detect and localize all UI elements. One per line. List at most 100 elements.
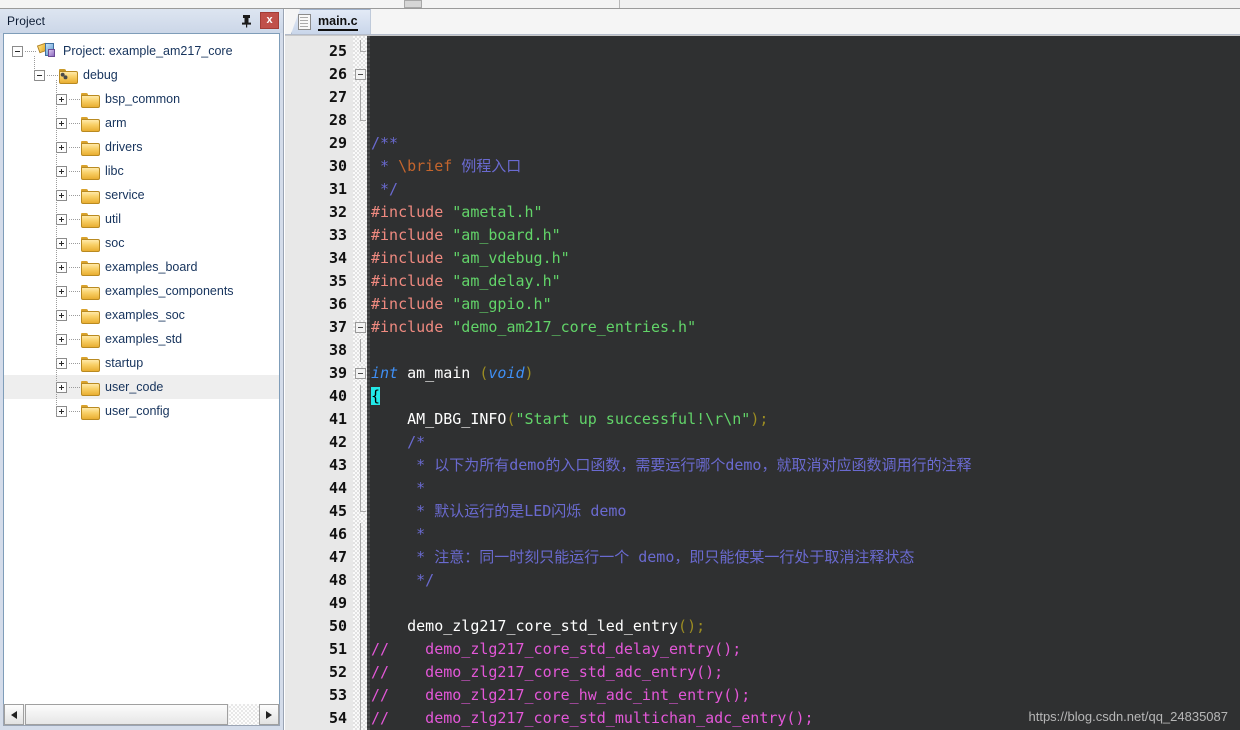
code-line[interactable]: #include "am_gpio.h" xyxy=(371,293,1240,316)
fold-toggle-icon[interactable] xyxy=(355,368,366,379)
tree-item-debug[interactable]: debug xyxy=(4,63,279,87)
tree-item-drivers[interactable]: drivers xyxy=(4,135,279,159)
toolbar-button-a[interactable] xyxy=(404,0,422,8)
tree-item-libc[interactable]: libc xyxy=(4,159,279,183)
fold-cell[interactable] xyxy=(353,592,367,615)
code-line[interactable]: #include "am_vdebug.h" xyxy=(371,247,1240,270)
fold-cell[interactable] xyxy=(353,339,367,362)
fold-cell[interactable] xyxy=(353,500,367,523)
fold-cell[interactable] xyxy=(353,707,367,730)
tree-item-arm[interactable]: arm xyxy=(4,111,279,135)
code-line[interactable]: #include "demo_am217_core_entries.h" xyxy=(371,316,1240,339)
tree-item-project-example-am217-core[interactable]: Project: example_am217_core xyxy=(4,39,279,63)
code-line[interactable]: int am_main (void) xyxy=(371,362,1240,385)
scrollbar-track[interactable] xyxy=(229,704,259,725)
code-line[interactable]: * 注意：同一时刻只能运行一个 demo，即只能使某一行处于取消注释状态 xyxy=(371,546,1240,569)
code-line[interactable]: // demo_zlg217_core_std_delay_entry(); xyxy=(371,638,1240,661)
code-line[interactable]: // demo_zlg217_core_std_adc_entry(); xyxy=(371,661,1240,684)
fold-cell[interactable] xyxy=(353,132,367,155)
code-line[interactable] xyxy=(371,592,1240,615)
code-line[interactable]: * xyxy=(371,523,1240,546)
fold-cell[interactable] xyxy=(353,316,367,339)
expand-icon[interactable] xyxy=(56,165,67,177)
fold-cell[interactable] xyxy=(353,270,367,293)
tree-item-user-config[interactable]: user_config xyxy=(4,399,279,423)
code-line[interactable]: { xyxy=(371,385,1240,408)
code-folding-margin[interactable] xyxy=(353,36,367,730)
fold-cell[interactable] xyxy=(353,523,367,546)
expand-icon[interactable] xyxy=(56,405,67,417)
fold-cell[interactable] xyxy=(353,247,367,270)
fold-cell[interactable] xyxy=(353,385,367,408)
fold-cell[interactable] xyxy=(353,454,367,477)
code-line[interactable]: #include "am_board.h" xyxy=(371,224,1240,247)
fold-cell[interactable] xyxy=(353,293,367,316)
expand-icon[interactable] xyxy=(56,261,67,273)
fold-cell[interactable] xyxy=(353,408,367,431)
tree-item-examples-std[interactable]: examples_std xyxy=(4,327,279,351)
collapse-icon[interactable] xyxy=(12,45,23,57)
expand-icon[interactable] xyxy=(56,285,67,297)
fold-cell[interactable] xyxy=(353,431,367,454)
code-text[interactable]: /** * \brief 例程入口 */#include "ametal.h" #… xyxy=(367,36,1240,730)
expand-icon[interactable] xyxy=(56,309,67,321)
code-line[interactable]: AM_DBG_INFO("Start up successful!\r\n"); xyxy=(371,408,1240,431)
fold-cell[interactable] xyxy=(353,477,367,500)
code-line[interactable]: // demo_zlg217_core_hw_adc_int_entry(); xyxy=(371,684,1240,707)
tree-item-user-code[interactable]: user_code xyxy=(4,375,279,399)
fold-cell[interactable] xyxy=(353,201,367,224)
fold-cell[interactable] xyxy=(353,86,367,109)
code-line[interactable]: * xyxy=(371,477,1240,500)
expand-icon[interactable] xyxy=(56,381,67,393)
expand-icon[interactable] xyxy=(56,333,67,345)
code-line[interactable] xyxy=(371,109,1240,132)
fold-toggle-icon[interactable] xyxy=(355,69,366,80)
tree-item-bsp-common[interactable]: bsp_common xyxy=(4,87,279,111)
expand-icon[interactable] xyxy=(56,93,67,105)
code-line[interactable]: #include "ametal.h" xyxy=(371,201,1240,224)
fold-cell[interactable] xyxy=(353,362,367,385)
fold-cell[interactable] xyxy=(353,155,367,178)
fold-cell[interactable] xyxy=(353,63,367,86)
expand-icon[interactable] xyxy=(56,141,67,153)
expand-icon[interactable] xyxy=(56,117,67,129)
expand-icon[interactable] xyxy=(56,237,67,249)
code-view[interactable]: 25 26 27 28 29 30 31 32 33 34 35 36 37 38 39 40 41 42 43 44… xyxy=(285,35,1240,730)
fold-cell[interactable] xyxy=(353,684,367,707)
scrollbar-thumb[interactable] xyxy=(25,704,228,725)
tree-item-soc[interactable]: soc xyxy=(4,231,279,255)
close-panel-button[interactable]: x xyxy=(260,12,279,29)
fold-cell[interactable] xyxy=(353,178,367,201)
code-line[interactable]: // demo_zlg217_core_std_multichan_adc_en… xyxy=(371,707,1240,730)
fold-cell[interactable] xyxy=(353,638,367,661)
scroll-left-button[interactable] xyxy=(4,704,24,725)
code-line[interactable]: */ xyxy=(371,569,1240,592)
fold-cell[interactable] xyxy=(353,661,367,684)
project-tree-container[interactable]: Project: example_am217_core debug bsp_comm… xyxy=(3,33,280,704)
tree-item-startup[interactable]: startup xyxy=(4,351,279,375)
code-line[interactable]: /* xyxy=(371,431,1240,454)
pin-icon[interactable] xyxy=(238,12,254,29)
scroll-right-button[interactable] xyxy=(259,704,279,725)
code-line[interactable]: * 默认运行的是LED闪烁 demo xyxy=(371,500,1240,523)
project-horizontal-scrollbar[interactable] xyxy=(3,704,280,726)
tree-item-examples-soc[interactable]: examples_soc xyxy=(4,303,279,327)
fold-cell[interactable] xyxy=(353,109,367,132)
tree-item-examples-board[interactable]: examples_board xyxy=(4,255,279,279)
fold-cell[interactable] xyxy=(353,546,367,569)
tree-item-util[interactable]: util xyxy=(4,207,279,231)
fold-cell[interactable] xyxy=(353,40,367,63)
collapse-icon[interactable] xyxy=(34,69,45,81)
tree-item-examples-components[interactable]: examples_components xyxy=(4,279,279,303)
code-line[interactable]: #include "am_delay.h" xyxy=(371,270,1240,293)
code-line[interactable] xyxy=(371,339,1240,362)
tree-item-service[interactable]: service xyxy=(4,183,279,207)
tab-main-c[interactable]: main.c xyxy=(291,9,371,34)
code-line[interactable]: * 以下为所有demo的入口函数，需要运行哪个demo，就取消对应函数调用行的注… xyxy=(371,454,1240,477)
code-line[interactable]: demo_zlg217_core_std_led_entry(); xyxy=(371,615,1240,638)
code-line[interactable]: */ xyxy=(371,178,1240,201)
fold-cell[interactable] xyxy=(353,224,367,247)
fold-cell[interactable] xyxy=(353,615,367,638)
code-line[interactable]: /** xyxy=(371,132,1240,155)
expand-icon[interactable] xyxy=(56,189,67,201)
